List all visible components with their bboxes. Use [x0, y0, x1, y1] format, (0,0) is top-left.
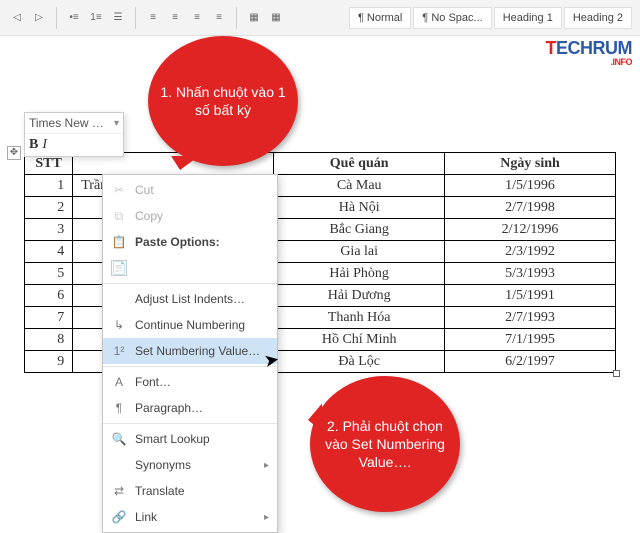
chevron-right-icon: ▸ — [264, 460, 269, 471]
cell-que[interactable]: Hải Phòng — [274, 263, 445, 285]
link-icon: 🔗 — [111, 509, 127, 525]
cell-date[interactable]: 2/7/1993 — [445, 307, 616, 329]
cell-que[interactable]: Đà Lộc — [274, 351, 445, 373]
numbering-button[interactable]: 1≡ — [87, 9, 105, 27]
watermark-logo: TECHRUM .INFO — [546, 38, 633, 67]
style-normal[interactable]: ¶ Normal — [349, 7, 411, 29]
menu-smart-lookup-label: Smart Lookup — [135, 432, 210, 446]
menu-paste-label: Paste Options: — [135, 235, 220, 249]
menu-paragraph-label: Paragraph… — [135, 401, 203, 415]
multilevel-button[interactable]: ☰ — [109, 9, 127, 27]
menu-synonyms-label: Synonyms — [135, 458, 191, 472]
cell-que[interactable]: Bắc Giang — [274, 219, 445, 241]
callout-1: 1. Nhấn chuột vào 1 số bất kỳ — [148, 36, 298, 166]
copy-icon: ⧉ — [111, 208, 127, 224]
menu-set-numbering-value[interactable]: 1² Set Numbering Value… — [103, 338, 277, 364]
table-selection-handle[interactable] — [613, 370, 620, 377]
cell-que[interactable]: Cà Mau — [274, 175, 445, 197]
cell-stt[interactable]: 6 — [25, 285, 73, 307]
smart-lookup-icon: 🔍 — [111, 431, 127, 447]
menu-translate-label: Translate — [135, 484, 185, 498]
paste-keep-source-icon: 📄 — [111, 260, 127, 276]
styles-group: ¶ Normal ¶ No Spac... Heading 1 Heading … — [349, 7, 632, 29]
cell-stt[interactable]: 3 — [25, 219, 73, 241]
align-right-button[interactable]: ≡ — [188, 9, 206, 27]
header-date: Ngày sinh — [445, 153, 616, 175]
menu-translate[interactable]: ⇄ Translate — [103, 478, 277, 504]
cell-stt[interactable]: 7 — [25, 307, 73, 329]
menu-paragraph[interactable]: ¶ Paragraph… — [103, 395, 277, 421]
cut-icon: ✂ — [111, 182, 127, 198]
translate-icon: ⇄ — [111, 483, 127, 499]
menu-cut[interactable]: ✂ Cut — [103, 177, 277, 203]
menu-paste-options: 📋 Paste Options: — [103, 229, 277, 255]
menu-paste-keep-source[interactable]: 📄 — [103, 255, 277, 281]
cell-que[interactable]: Thanh Hóa — [274, 307, 445, 329]
align-center-button[interactable]: ≡ — [166, 9, 184, 27]
cell-date[interactable]: 7/1/1995 — [445, 329, 616, 351]
cell-stt[interactable]: 1 — [25, 175, 73, 197]
cell-date[interactable]: 6/2/1997 — [445, 351, 616, 373]
paragraph-icon: ¶ — [111, 400, 127, 416]
style-heading1[interactable]: Heading 1 — [494, 7, 562, 29]
outdent-button[interactable]: ◁ — [8, 9, 26, 27]
callout-2-text: 2. Phải chuột chọn vào Set Numbering Val… — [320, 417, 450, 472]
adjust-indents-icon — [111, 291, 127, 307]
bold-button[interactable]: B — [29, 137, 38, 153]
menu-copy[interactable]: ⧉ Copy — [103, 203, 277, 229]
menu-synonyms[interactable]: Synonyms ▸ — [103, 452, 277, 478]
mini-format-toolbar: Times New … ▾ B I — [24, 112, 124, 157]
paste-icon: 📋 — [111, 234, 127, 250]
cell-que[interactable]: Hải Dương — [274, 285, 445, 307]
shading-button[interactable]: ▦ — [245, 9, 263, 27]
style-nospacing[interactable]: ¶ No Spac... — [413, 7, 491, 29]
chevron-down-icon[interactable]: ▾ — [114, 118, 119, 129]
font-icon: A — [111, 374, 127, 390]
font-selector[interactable]: Times New … — [29, 116, 110, 130]
cell-stt[interactable]: 9 — [25, 351, 73, 373]
menu-adjust-indents-label: Adjust List Indents… — [135, 292, 245, 306]
borders-button[interactable]: ▦ — [267, 9, 285, 27]
callout-2: 2. Phải chuột chọn vào Set Numbering Val… — [310, 376, 460, 512]
callout-1-text: 1. Nhấn chuột vào 1 số bất kỳ — [158, 83, 288, 119]
cell-stt[interactable]: 2 — [25, 197, 73, 219]
menu-adjust-indents[interactable]: Adjust List Indents… — [103, 286, 277, 312]
style-heading2[interactable]: Heading 2 — [564, 7, 632, 29]
cell-date[interactable]: 1/5/1991 — [445, 285, 616, 307]
menu-continue-numbering[interactable]: ↳ Continue Numbering — [103, 312, 277, 338]
cell-que[interactable]: Hồ Chí Minh — [274, 329, 445, 351]
cell-stt[interactable]: 4 — [25, 241, 73, 263]
cell-date[interactable]: 2/7/1998 — [445, 197, 616, 219]
menu-set-numbering-label: Set Numbering Value… — [135, 344, 260, 358]
table-move-handle[interactable]: ✥ — [7, 146, 21, 160]
menu-font[interactable]: A Font… — [103, 369, 277, 395]
cell-date[interactable]: 5/3/1993 — [445, 263, 616, 285]
menu-continue-numbering-label: Continue Numbering — [135, 318, 245, 332]
set-numbering-icon: 1² — [111, 343, 127, 359]
header-que: Quê quán — [274, 153, 445, 175]
menu-link-label: Link — [135, 510, 157, 524]
menu-cut-label: Cut — [135, 183, 154, 197]
align-left-button[interactable]: ≡ — [144, 9, 162, 27]
cell-que[interactable]: Gia lai — [274, 241, 445, 263]
menu-link[interactable]: 🔗 Link ▸ — [103, 504, 277, 530]
cell-date[interactable]: 2/12/1996 — [445, 219, 616, 241]
justify-button[interactable]: ≡ — [210, 9, 228, 27]
synonyms-icon — [111, 457, 127, 473]
ribbon: ◁ ▷ •≡ 1≡ ☰ ≡ ≡ ≡ ≡ ▦ ▦ ¶ Normal ¶ No Sp… — [0, 0, 640, 36]
menu-copy-label: Copy — [135, 209, 163, 223]
cell-date[interactable]: 1/5/1996 — [445, 175, 616, 197]
cell-que[interactable]: Hà Nội — [274, 197, 445, 219]
indent-button[interactable]: ▷ — [30, 9, 48, 27]
continue-numbering-icon: ↳ — [111, 317, 127, 333]
bullets-button[interactable]: •≡ — [65, 9, 83, 27]
cell-stt[interactable]: 8 — [25, 329, 73, 351]
cell-stt[interactable]: 5 — [25, 263, 73, 285]
cell-date[interactable]: 2/3/1992 — [445, 241, 616, 263]
menu-font-label: Font… — [135, 375, 171, 389]
context-menu: ✂ Cut ⧉ Copy 📋 Paste Options: 📄 Adjust L… — [102, 174, 278, 533]
menu-smart-lookup[interactable]: 🔍 Smart Lookup — [103, 426, 277, 452]
italic-button[interactable]: I — [42, 137, 47, 153]
